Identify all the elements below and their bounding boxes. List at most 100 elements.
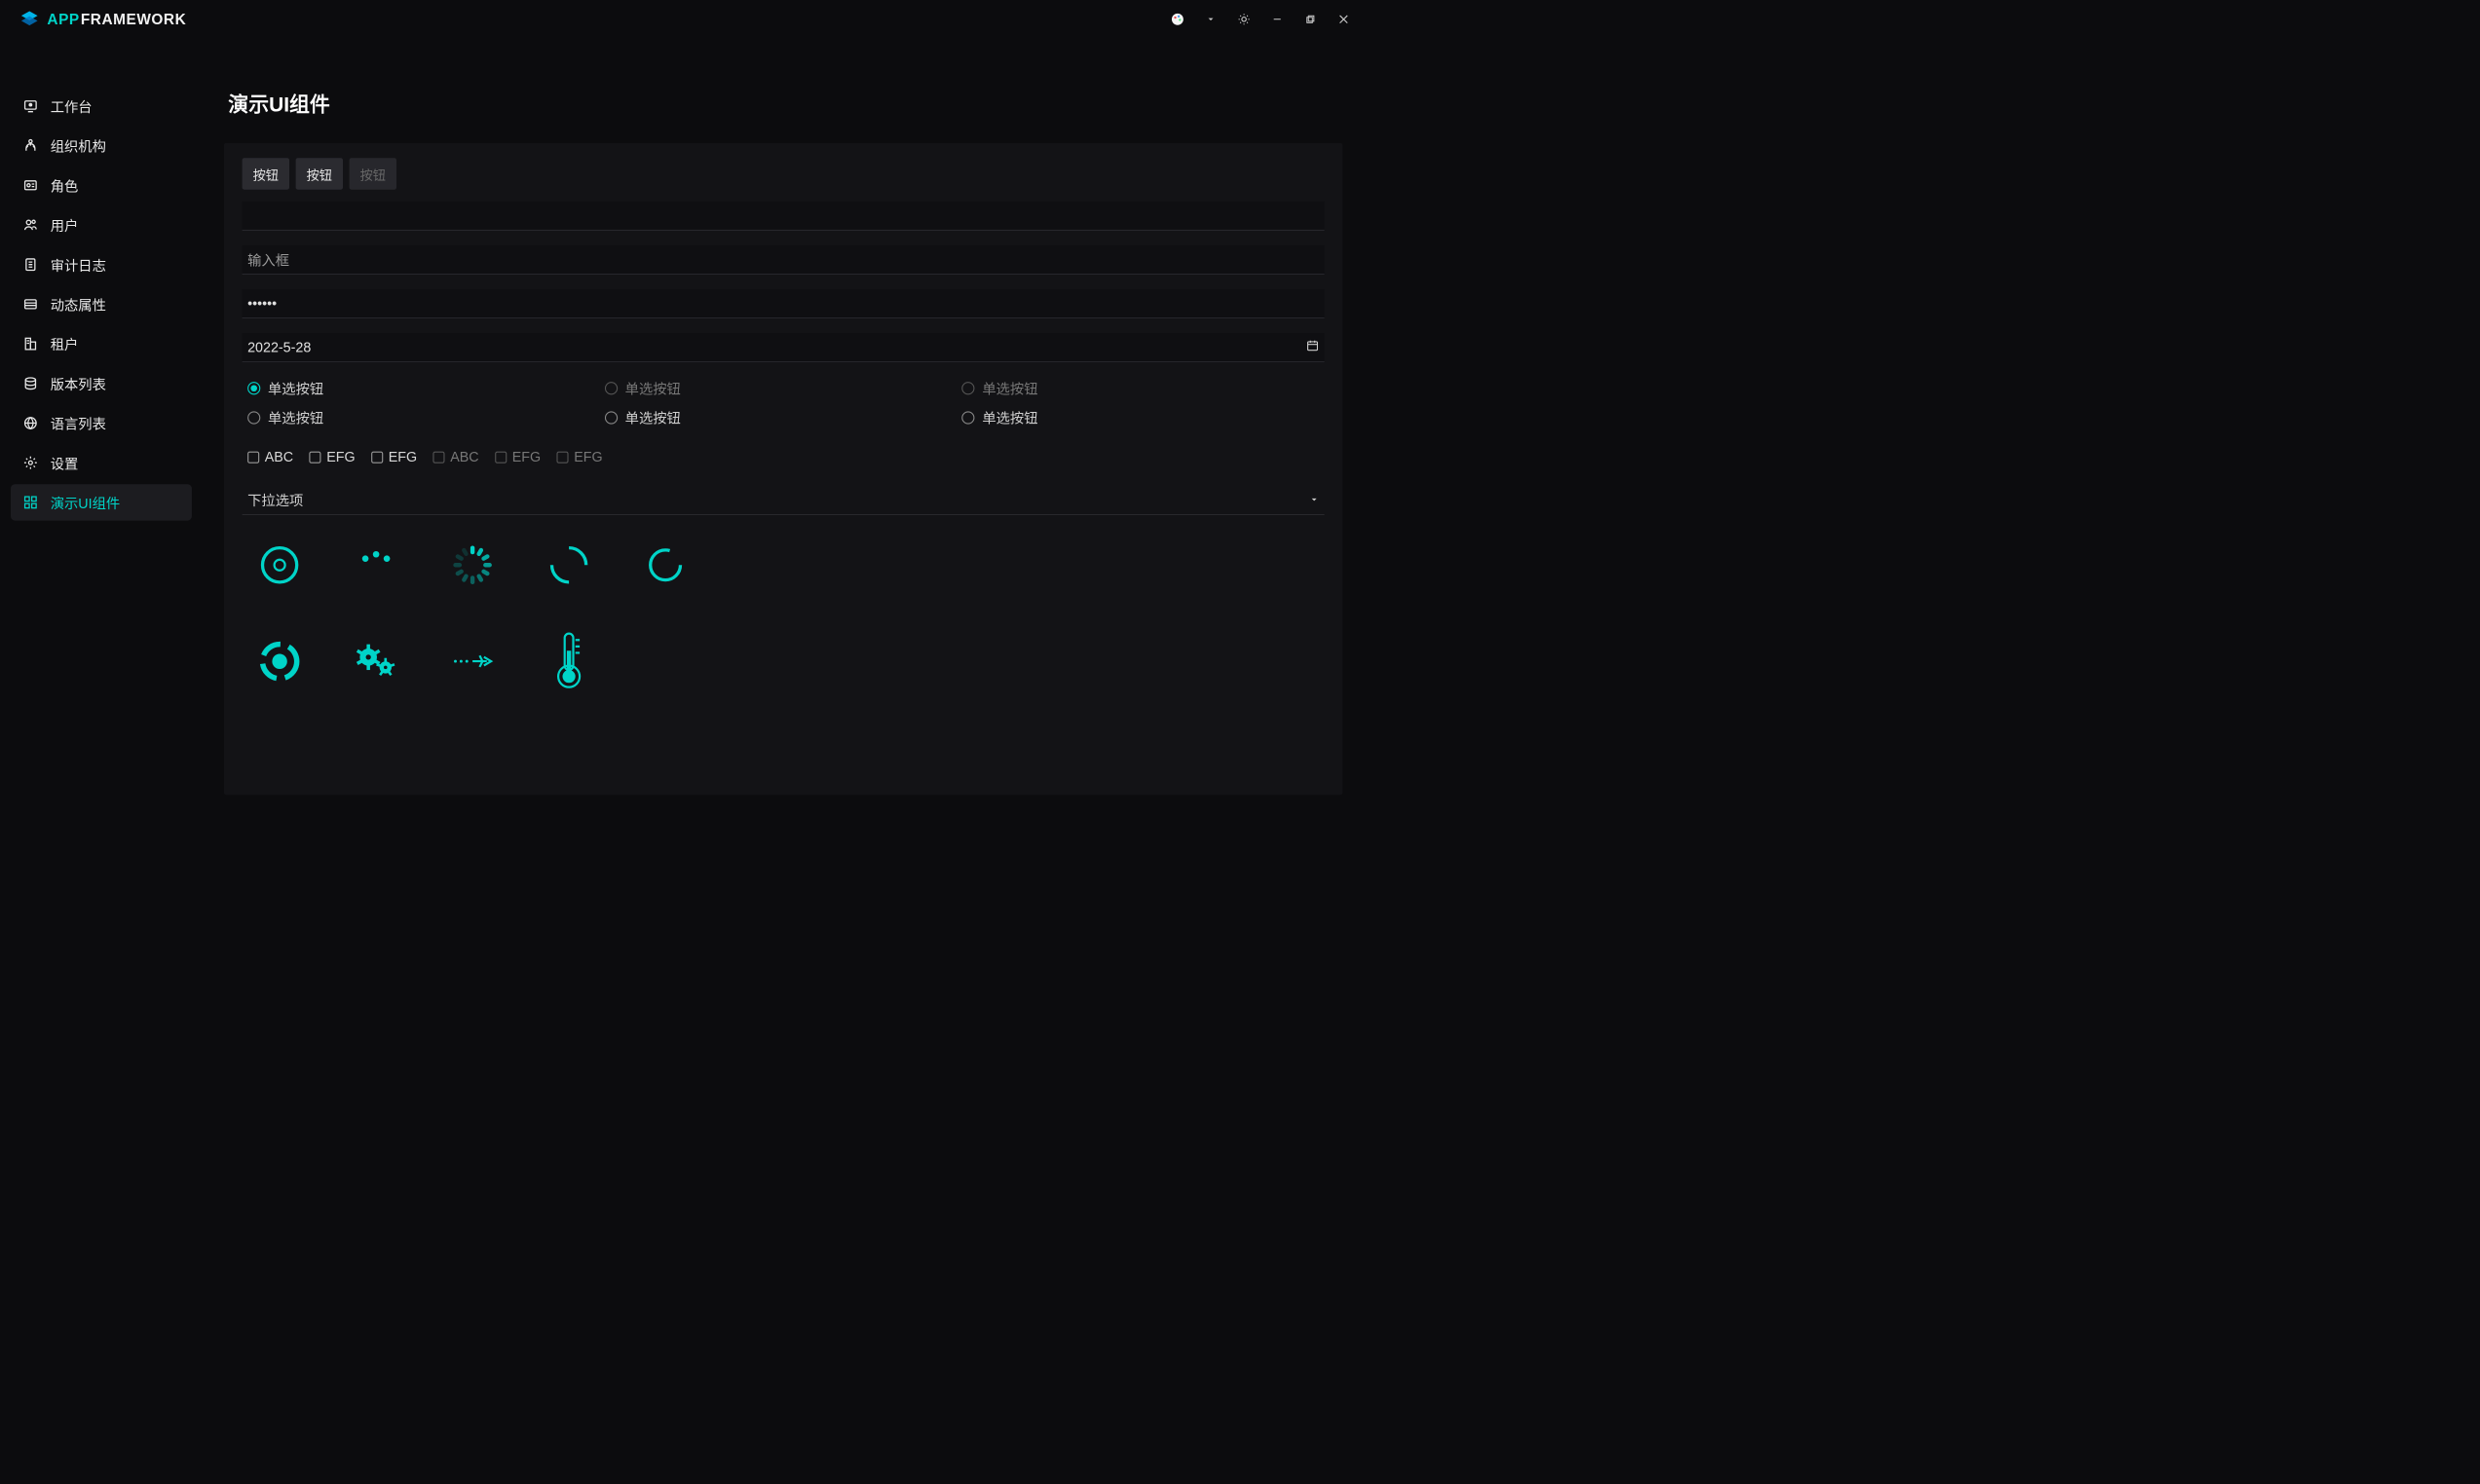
radio-circle-icon — [247, 382, 260, 394]
close-icon[interactable] — [1336, 12, 1351, 26]
ui-demo-icon — [22, 495, 39, 511]
sidebar-item-ui-demo[interactable]: 演示UI组件 — [11, 484, 192, 520]
radio-option-2: 单选按钮 — [961, 378, 1319, 397]
radio-option-4[interactable]: 单选按钮 — [605, 408, 962, 427]
sidebar-item-label: 租户 — [51, 334, 79, 353]
radio-option-3[interactable]: 单选按钮 — [247, 408, 605, 427]
password-value: •••••• — [247, 295, 277, 312]
sidebar: 工作台组织机构角色用户审计日志动态属性租户版本列表语言列表设置演示UI组件 — [0, 39, 203, 817]
chevron-down-icon — [1309, 492, 1319, 508]
text-input-empty[interactable] — [243, 202, 1325, 231]
checkbox-label: ABC — [450, 449, 478, 465]
text-input-placeholder[interactable]: 输入框 — [243, 245, 1325, 275]
dropdown-caret-icon[interactable] — [1203, 12, 1218, 26]
main: 演示UI组件 按钮按钮按钮 输入框 •••••• 2022-5-28 单选按钮单… — [203, 39, 1364, 817]
dropdown-label: 下拉选项 — [247, 490, 303, 509]
checkbox-label: EFG — [326, 449, 355, 465]
spinners-row — [243, 537, 1325, 690]
sidebar-item-organization[interactable]: 组织机构 — [11, 128, 192, 164]
radio-circle-icon — [605, 411, 618, 424]
sidebar-item-label: 演示UI组件 — [51, 493, 121, 512]
spinner-circle-outline-icon — [644, 543, 687, 586]
spinner-dots-icon — [355, 543, 397, 586]
checkbox-5: EFG — [557, 449, 603, 465]
radio-option-0[interactable]: 单选按钮 — [247, 378, 605, 397]
panel: 按钮按钮按钮 输入框 •••••• 2022-5-28 单选按钮单选按钮单选按钮… — [224, 143, 1342, 795]
dropdown-select[interactable]: 下拉选项 — [243, 486, 1325, 515]
checkbox-label: ABC — [265, 449, 293, 465]
spinner-pie-loading-icon — [258, 640, 301, 683]
radio-label: 单选按钮 — [982, 378, 1037, 397]
radio-label: 单选按钮 — [268, 408, 323, 427]
spinner-thermometer-icon — [547, 640, 590, 683]
spinner-sunburst-icon — [451, 543, 494, 586]
user-icon — [22, 217, 39, 234]
radio-label: 单选按钮 — [625, 378, 681, 397]
sidebar-item-workbench[interactable]: 工作台 — [11, 88, 192, 124]
checkbox-label: EFG — [512, 449, 541, 465]
spinner-plane-dots-icon — [451, 640, 494, 683]
date-value: 2022-5-28 — [247, 339, 311, 355]
minimize-icon[interactable] — [1270, 12, 1285, 26]
sidebar-item-label: 工作台 — [51, 96, 93, 116]
radio-label: 单选按钮 — [625, 408, 681, 427]
radio-circle-icon — [961, 382, 974, 394]
brand-rest: FRAMEWORK — [81, 11, 186, 28]
theme-palette-icon[interactable] — [1170, 12, 1184, 26]
demo-button-1[interactable]: 按钮 — [296, 158, 343, 189]
checkbox-3: ABC — [433, 449, 479, 465]
spinner-gears-icon — [355, 640, 397, 683]
maximize-icon[interactable] — [1303, 12, 1318, 26]
sidebar-item-language-list[interactable]: 语言列表 — [11, 405, 192, 441]
dynamic-attr-icon — [22, 296, 39, 313]
sidebar-item-version-list[interactable]: 版本列表 — [11, 365, 192, 401]
checkbox-0[interactable]: ABC — [247, 449, 293, 465]
role-icon — [22, 177, 39, 194]
brand-accent: APP — [47, 11, 79, 28]
sidebar-item-label: 版本列表 — [51, 374, 106, 393]
button-row: 按钮按钮按钮 — [243, 158, 1325, 189]
radio-option-5[interactable]: 单选按钮 — [961, 408, 1319, 427]
radio-label: 单选按钮 — [982, 408, 1037, 427]
sidebar-item-label: 用户 — [51, 215, 79, 235]
sidebar-item-label: 语言列表 — [51, 413, 106, 432]
spinner-arc-icon — [547, 543, 590, 586]
checkbox-box-icon — [433, 451, 445, 463]
radio-circle-icon — [605, 382, 618, 394]
sidebar-item-label: 角色 — [51, 175, 79, 195]
calendar-icon[interactable] — [1306, 339, 1319, 355]
language-list-icon — [22, 415, 39, 431]
date-input[interactable]: 2022-5-28 — [243, 333, 1325, 362]
sidebar-item-label: 审计日志 — [51, 255, 106, 275]
radio-label: 单选按钮 — [268, 378, 323, 397]
audit-log-icon — [22, 256, 39, 273]
sidebar-item-label: 组织机构 — [51, 135, 106, 155]
checkbox-row: ABC EFG EFG ABC EFG EFG — [243, 449, 1325, 465]
radio-grid: 单选按钮单选按钮单选按钮单选按钮单选按钮单选按钮 — [243, 378, 1325, 427]
radio-circle-icon — [961, 411, 974, 424]
checkbox-box-icon — [310, 451, 321, 463]
workbench-icon — [22, 98, 39, 115]
demo-button-0[interactable]: 按钮 — [243, 158, 289, 189]
checkbox-label: EFG — [389, 449, 417, 465]
password-input[interactable]: •••••• — [243, 289, 1325, 318]
checkbox-box-icon — [557, 451, 569, 463]
checkbox-1[interactable]: EFG — [310, 449, 356, 465]
checkbox-box-icon — [247, 451, 259, 463]
checkbox-2[interactable]: EFG — [371, 449, 417, 465]
spinner-ring-dot-icon — [258, 543, 301, 586]
brand: APP FRAMEWORK — [19, 9, 186, 29]
light-mode-icon[interactable] — [1236, 12, 1251, 26]
checkbox-box-icon — [371, 451, 383, 463]
sidebar-item-audit-log[interactable]: 审计日志 — [11, 246, 192, 282]
sidebar-item-role[interactable]: 角色 — [11, 167, 192, 204]
organization-icon — [22, 137, 39, 154]
brand-text: APP FRAMEWORK — [47, 11, 186, 28]
sidebar-item-user[interactable]: 用户 — [11, 206, 192, 242]
sidebar-item-dynamic-attr[interactable]: 动态属性 — [11, 286, 192, 322]
sidebar-item-tenant[interactable]: 租户 — [11, 325, 192, 361]
settings-icon — [22, 455, 39, 471]
sidebar-item-label: 设置 — [51, 453, 79, 472]
checkbox-box-icon — [495, 451, 507, 463]
sidebar-item-settings[interactable]: 设置 — [11, 445, 192, 481]
